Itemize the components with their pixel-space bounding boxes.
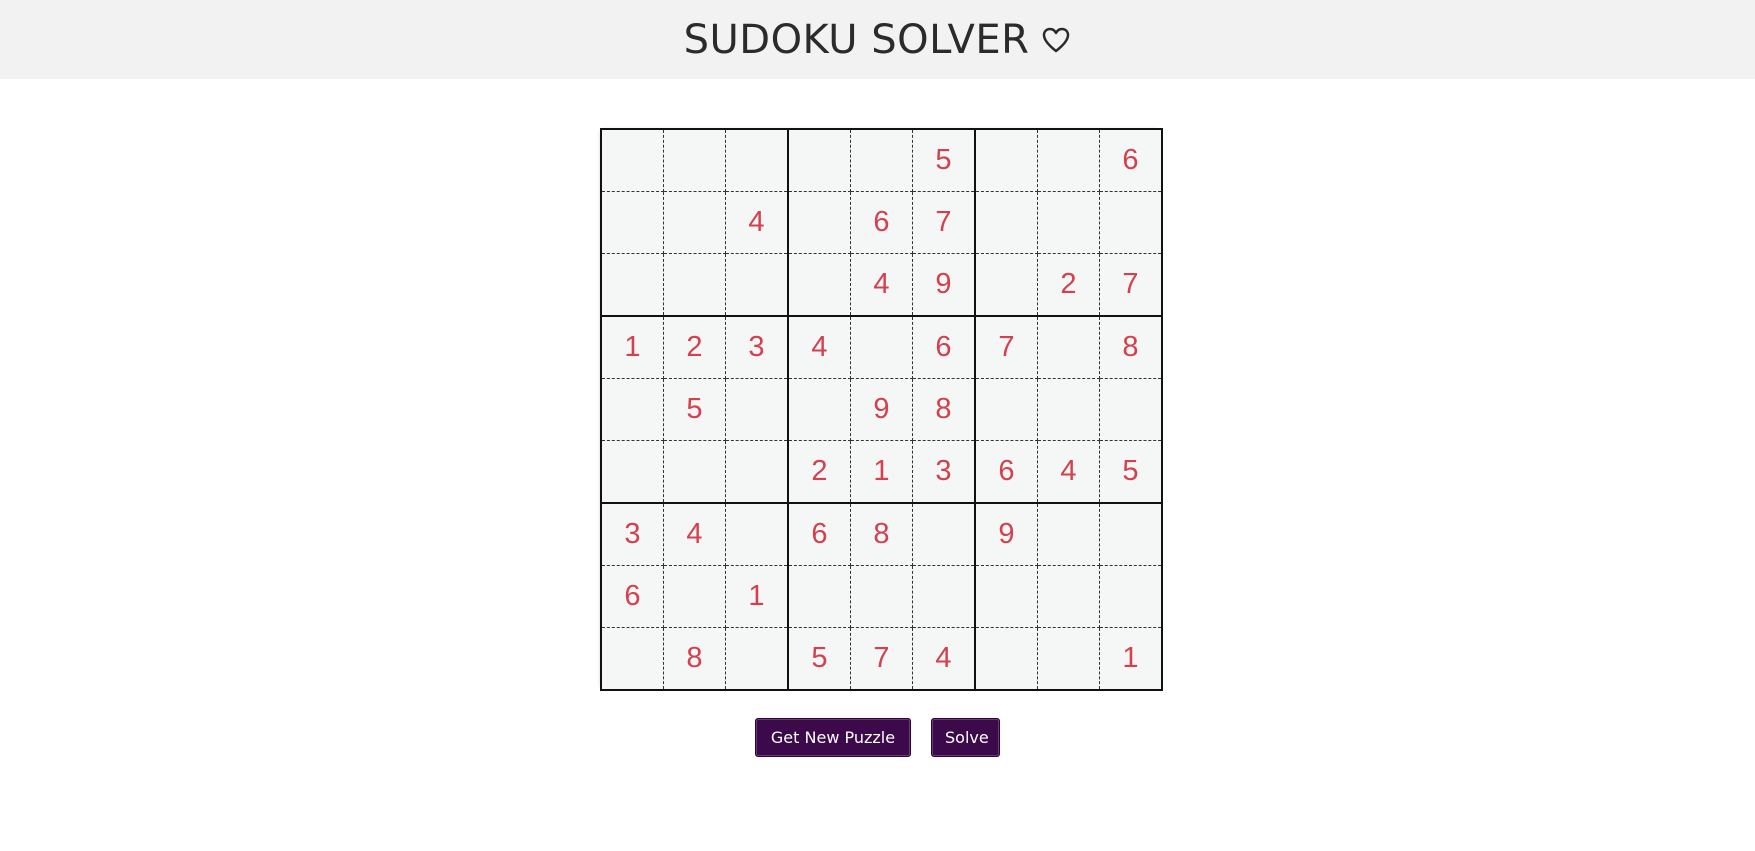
sudoku-cell[interactable]	[787, 378, 851, 441]
sudoku-cell[interactable]: 2	[1037, 253, 1100, 317]
sudoku-cell[interactable]	[1037, 502, 1100, 566]
sudoku-cell[interactable]: 8	[1099, 315, 1163, 379]
sudoku-cell[interactable]	[1099, 378, 1163, 441]
sudoku-cell[interactable]: 7	[1099, 253, 1163, 317]
sudoku-cell[interactable]: 3	[725, 315, 789, 379]
sudoku-cell[interactable]	[974, 253, 1038, 317]
sudoku-cell[interactable]	[1099, 502, 1163, 566]
sudoku-cell[interactable]: 7	[850, 627, 913, 691]
sudoku-cell[interactable]: 6	[1099, 128, 1163, 192]
sudoku-cell[interactable]	[663, 128, 726, 192]
sudoku-cell[interactable]: 7	[974, 315, 1038, 379]
sudoku-cell[interactable]	[600, 627, 664, 691]
sudoku-cell[interactable]: 1	[725, 565, 789, 628]
sudoku-cell[interactable]: 6	[912, 315, 976, 379]
button-bar: Get New Puzzle Solve	[0, 718, 1755, 757]
sudoku-cell[interactable]	[725, 440, 789, 504]
sudoku-cell[interactable]: 1	[600, 315, 664, 379]
grid-row: 8574 1	[600, 627, 1163, 691]
sudoku-cell[interactable]: 8	[663, 627, 726, 691]
sudoku-cell[interactable]	[850, 315, 913, 379]
sudoku-cell[interactable]	[787, 128, 851, 192]
solve-button[interactable]: Solve	[931, 718, 1000, 757]
sudoku-cell[interactable]	[974, 128, 1038, 192]
grid-row: 213645	[600, 440, 1163, 504]
sudoku-cell[interactable]: 6	[850, 191, 913, 254]
sudoku-cell[interactable]	[787, 191, 851, 254]
sudoku-cell[interactable]	[1037, 565, 1100, 628]
sudoku-cell[interactable]	[600, 253, 664, 317]
sudoku-cell[interactable]	[600, 378, 664, 441]
sudoku-cell[interactable]	[912, 502, 976, 566]
sudoku-cell[interactable]: 9	[850, 378, 913, 441]
sudoku-cell[interactable]: 8	[912, 378, 976, 441]
sudoku-cell[interactable]	[974, 627, 1038, 691]
sudoku-cell[interactable]: 4	[912, 627, 976, 691]
sudoku-cell[interactable]	[912, 565, 976, 628]
sudoku-cell[interactable]: 6	[787, 502, 851, 566]
sudoku-cell[interactable]	[1037, 378, 1100, 441]
sudoku-cell[interactable]	[974, 378, 1038, 441]
sudoku-board: 5646749271234678598213645346896185741	[600, 128, 1163, 691]
sudoku-cell[interactable]: 5	[912, 128, 976, 192]
sudoku-cell[interactable]	[974, 565, 1038, 628]
sudoku-cell[interactable]: 3	[600, 502, 664, 566]
sudoku-cell[interactable]	[725, 253, 789, 317]
grid-row: 34689	[600, 502, 1163, 566]
grid-row: 56	[600, 128, 1163, 192]
sudoku-cell[interactable]	[850, 128, 913, 192]
sudoku-cell[interactable]	[787, 253, 851, 317]
sudoku-cell[interactable]: 4	[850, 253, 913, 317]
sudoku-cell[interactable]	[1099, 565, 1163, 628]
page-header: SUDOKU SOLVER	[0, 0, 1755, 79]
sudoku-cell[interactable]: 4	[725, 191, 789, 254]
sudoku-cell[interactable]	[1037, 128, 1100, 192]
heart-icon	[1043, 27, 1070, 52]
sudoku-cell[interactable]	[600, 128, 664, 192]
sudoku-cell[interactable]: 6	[600, 565, 664, 628]
sudoku-cell[interactable]	[600, 440, 664, 504]
sudoku-cell[interactable]: 4	[1037, 440, 1100, 504]
sudoku-cell[interactable]: 9	[912, 253, 976, 317]
grid-row: 61	[600, 565, 1163, 628]
grid-row: 5 98	[600, 378, 1163, 441]
sudoku-cell[interactable]	[850, 565, 913, 628]
sudoku-grid: 5646749271234678598213645346896185741	[600, 128, 1163, 691]
sudoku-cell[interactable]	[663, 440, 726, 504]
sudoku-cell[interactable]	[787, 565, 851, 628]
grid-row: 467	[600, 191, 1163, 254]
sudoku-cell[interactable]: 3	[912, 440, 976, 504]
sudoku-cell[interactable]	[974, 191, 1038, 254]
sudoku-cell[interactable]	[663, 191, 726, 254]
sudoku-cell[interactable]	[725, 502, 789, 566]
sudoku-cell[interactable]: 5	[663, 378, 726, 441]
sudoku-cell[interactable]	[1037, 191, 1100, 254]
sudoku-cell[interactable]	[725, 128, 789, 192]
sudoku-cell[interactable]: 1	[1099, 627, 1163, 691]
sudoku-cell[interactable]: 5	[787, 627, 851, 691]
sudoku-cell[interactable]	[1037, 627, 1100, 691]
sudoku-cell[interactable]: 2	[787, 440, 851, 504]
grid-row: 1234678	[600, 315, 1163, 379]
sudoku-cell[interactable]: 4	[663, 502, 726, 566]
get-new-puzzle-button[interactable]: Get New Puzzle	[755, 718, 911, 757]
sudoku-cell[interactable]: 7	[912, 191, 976, 254]
sudoku-cell[interactable]	[1037, 315, 1100, 379]
sudoku-cell[interactable]	[725, 627, 789, 691]
sudoku-cell[interactable]	[600, 191, 664, 254]
sudoku-cell[interactable]	[663, 565, 726, 628]
sudoku-cell[interactable]	[663, 253, 726, 317]
sudoku-cell[interactable]: 2	[663, 315, 726, 379]
sudoku-cell[interactable]: 8	[850, 502, 913, 566]
sudoku-cell[interactable]: 4	[787, 315, 851, 379]
sudoku-cell[interactable]: 9	[974, 502, 1038, 566]
sudoku-cell[interactable]	[725, 378, 789, 441]
sudoku-cell[interactable]: 1	[850, 440, 913, 504]
sudoku-cell[interactable]	[1099, 191, 1163, 254]
grid-row: 4927	[600, 253, 1163, 317]
page-title: SUDOKU SOLVER	[683, 16, 1030, 63]
sudoku-cell[interactable]: 5	[1099, 440, 1163, 504]
sudoku-cell[interactable]: 6	[974, 440, 1038, 504]
page-title-wrap: SUDOKU SOLVER	[684, 17, 1072, 63]
